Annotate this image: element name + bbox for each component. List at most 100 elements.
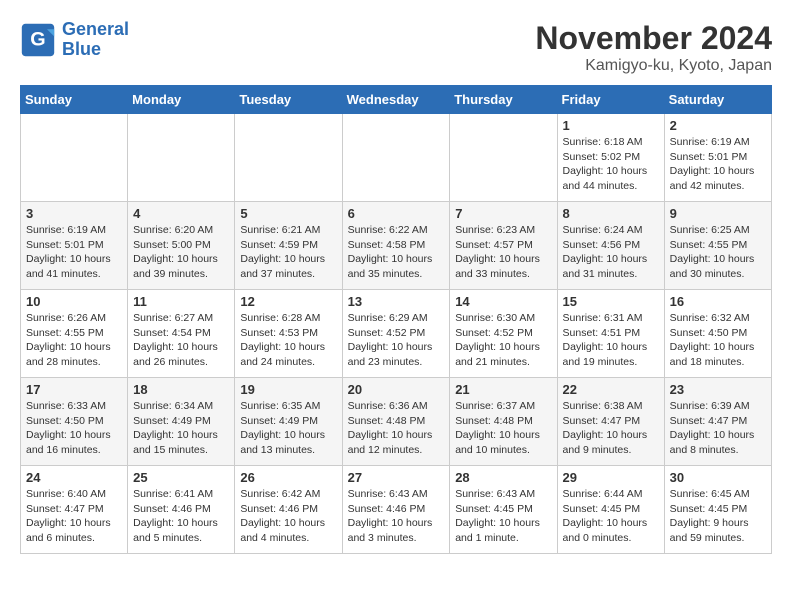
weekday-header-row: SundayMondayTuesdayWednesdayThursdayFrid… [21, 86, 772, 114]
day-info: Sunrise: 6:24 AM Sunset: 4:56 PM Dayligh… [563, 223, 659, 282]
day-number: 17 [26, 382, 122, 397]
day-info: Sunrise: 6:36 AM Sunset: 4:48 PM Dayligh… [348, 399, 445, 458]
calendar-cell: 4 Sunrise: 6:20 AM Sunset: 5:00 PM Daylig… [128, 202, 235, 290]
logo: G General Blue [20, 20, 129, 60]
main-title: November 2024 [535, 20, 772, 57]
weekday-header-wednesday: Wednesday [342, 86, 450, 114]
day-number: 20 [348, 382, 445, 397]
week-row-3: 10Sunrise: 6:26 AM Sunset: 4:55 PM Dayli… [21, 290, 772, 378]
calendar-cell [128, 114, 235, 202]
day-info: Sunrise: 6:25 AM Sunset: 4:55 PM Dayligh… [670, 223, 766, 282]
svg-text:G: G [30, 28, 45, 50]
calendar: SundayMondayTuesdayWednesdayThursdayFrid… [20, 85, 772, 554]
day-number: 30 [670, 470, 766, 485]
weekday-header-thursday: Thursday [450, 86, 557, 114]
weekday-header-saturday: Saturday [664, 86, 771, 114]
day-number: 22 [563, 382, 659, 397]
day-info: Sunrise: 6:37 AM Sunset: 4:48 PM Dayligh… [455, 399, 551, 458]
day-number: 7 [455, 206, 551, 221]
calendar-cell: 3 Sunrise: 6:19 AM Sunset: 5:01 PM Daylig… [21, 202, 128, 290]
calendar-cell: 28Sunrise: 6:43 AM Sunset: 4:45 PM Dayli… [450, 466, 557, 554]
day-info: Sunrise: 6:35 AM Sunset: 4:49 PM Dayligh… [240, 399, 336, 458]
day-number: 25 [133, 470, 229, 485]
calendar-cell: 2Sunrise: 6:19 AM Sunset: 5:01 PM Daylig… [664, 114, 771, 202]
day-number: 9 [670, 206, 766, 221]
day-number: 11 [133, 294, 229, 309]
day-info: Sunrise: 6:26 AM Sunset: 4:55 PM Dayligh… [26, 311, 122, 370]
day-info: Sunrise: 6:43 AM Sunset: 4:46 PM Dayligh… [348, 487, 445, 546]
day-info: Sunrise: 6:40 AM Sunset: 4:47 PM Dayligh… [26, 487, 122, 546]
calendar-cell: 22 Sunrise: 6:38 AM Sunset: 4:47 PM Dayli… [557, 378, 664, 466]
header: G General Blue November 2024 Kamigyo-ku,… [20, 20, 772, 75]
calendar-cell [450, 114, 557, 202]
day-info: Sunrise: 6:20 AM Sunset: 5:00 PM Dayligh… [133, 223, 229, 282]
calendar-cell: 17Sunrise: 6:33 AM Sunset: 4:50 PM Dayli… [21, 378, 128, 466]
day-info: Sunrise: 6:45 AM Sunset: 4:45 PM Dayligh… [670, 487, 766, 546]
week-row-2: 3 Sunrise: 6:19 AM Sunset: 5:01 PM Daylig… [21, 202, 772, 290]
day-number: 16 [670, 294, 766, 309]
day-number: 23 [670, 382, 766, 397]
calendar-cell [342, 114, 450, 202]
calendar-cell: 25 Sunrise: 6:41 AM Sunset: 4:46 PM Dayli… [128, 466, 235, 554]
day-info: Sunrise: 6:44 AM Sunset: 4:45 PM Dayligh… [563, 487, 659, 546]
day-info: Sunrise: 6:31 AM Sunset: 4:51 PM Dayligh… [563, 311, 659, 370]
week-row-5: 24Sunrise: 6:40 AM Sunset: 4:47 PM Dayli… [21, 466, 772, 554]
calendar-cell: 19 Sunrise: 6:35 AM Sunset: 4:49 PM Dayli… [235, 378, 342, 466]
calendar-cell: 16 Sunrise: 6:32 AM Sunset: 4:50 PM Dayli… [664, 290, 771, 378]
calendar-cell: 13Sunrise: 6:29 AM Sunset: 4:52 PM Dayli… [342, 290, 450, 378]
calendar-cell: 24Sunrise: 6:40 AM Sunset: 4:47 PM Dayli… [21, 466, 128, 554]
day-number: 3 [26, 206, 122, 221]
day-info: Sunrise: 6:21 AM Sunset: 4:59 PM Dayligh… [240, 223, 336, 282]
day-info: Sunrise: 6:18 AM Sunset: 5:02 PM Dayligh… [563, 135, 659, 194]
day-number: 21 [455, 382, 551, 397]
calendar-cell: 1Sunrise: 6:18 AM Sunset: 5:02 PM Daylig… [557, 114, 664, 202]
day-info: Sunrise: 6:32 AM Sunset: 4:50 PM Dayligh… [670, 311, 766, 370]
subtitle: Kamigyo-ku, Kyoto, Japan [535, 57, 772, 75]
day-info: Sunrise: 6:19 AM Sunset: 5:01 PM Dayligh… [26, 223, 122, 282]
calendar-cell: 12 Sunrise: 6:28 AM Sunset: 4:53 PM Dayli… [235, 290, 342, 378]
calendar-cell: 11 Sunrise: 6:27 AM Sunset: 4:54 PM Dayli… [128, 290, 235, 378]
calendar-cell: 7 Sunrise: 6:23 AM Sunset: 4:57 PM Daylig… [450, 202, 557, 290]
title-area: November 2024 Kamigyo-ku, Kyoto, Japan [535, 20, 772, 75]
calendar-cell: 8 Sunrise: 6:24 AM Sunset: 4:56 PM Daylig… [557, 202, 664, 290]
weekday-header-sunday: Sunday [21, 86, 128, 114]
day-info: Sunrise: 6:28 AM Sunset: 4:53 PM Dayligh… [240, 311, 336, 370]
week-row-4: 17Sunrise: 6:33 AM Sunset: 4:50 PM Dayli… [21, 378, 772, 466]
calendar-cell: 15 Sunrise: 6:31 AM Sunset: 4:51 PM Dayli… [557, 290, 664, 378]
day-number: 15 [563, 294, 659, 309]
calendar-cell: 14Sunrise: 6:30 AM Sunset: 4:52 PM Dayli… [450, 290, 557, 378]
calendar-cell: 20 Sunrise: 6:36 AM Sunset: 4:48 PM Dayli… [342, 378, 450, 466]
calendar-cell: 21 Sunrise: 6:37 AM Sunset: 4:48 PM Dayli… [450, 378, 557, 466]
calendar-cell: 23Sunrise: 6:39 AM Sunset: 4:47 PM Dayli… [664, 378, 771, 466]
day-info: Sunrise: 6:34 AM Sunset: 4:49 PM Dayligh… [133, 399, 229, 458]
day-number: 8 [563, 206, 659, 221]
day-info: Sunrise: 6:27 AM Sunset: 4:54 PM Dayligh… [133, 311, 229, 370]
day-info: Sunrise: 6:22 AM Sunset: 4:58 PM Dayligh… [348, 223, 445, 282]
day-info: Sunrise: 6:38 AM Sunset: 4:47 PM Dayligh… [563, 399, 659, 458]
calendar-cell: 26Sunrise: 6:42 AM Sunset: 4:46 PM Dayli… [235, 466, 342, 554]
calendar-cell: 18 Sunrise: 6:34 AM Sunset: 4:49 PM Dayli… [128, 378, 235, 466]
weekday-header-friday: Friday [557, 86, 664, 114]
day-number: 29 [563, 470, 659, 485]
weekday-header-tuesday: Tuesday [235, 86, 342, 114]
calendar-cell: 5 Sunrise: 6:21 AM Sunset: 4:59 PM Daylig… [235, 202, 342, 290]
day-number: 4 [133, 206, 229, 221]
logo-text: General Blue [62, 20, 129, 60]
weekday-header-monday: Monday [128, 86, 235, 114]
calendar-cell: 29 Sunrise: 6:44 AM Sunset: 4:45 PM Dayli… [557, 466, 664, 554]
calendar-cell: 27 Sunrise: 6:43 AM Sunset: 4:46 PM Dayli… [342, 466, 450, 554]
day-number: 13 [348, 294, 445, 309]
day-number: 19 [240, 382, 336, 397]
day-number: 5 [240, 206, 336, 221]
day-number: 18 [133, 382, 229, 397]
day-info: Sunrise: 6:43 AM Sunset: 4:45 PM Dayligh… [455, 487, 551, 546]
day-info: Sunrise: 6:42 AM Sunset: 4:46 PM Dayligh… [240, 487, 336, 546]
day-info: Sunrise: 6:41 AM Sunset: 4:46 PM Dayligh… [133, 487, 229, 546]
day-number: 12 [240, 294, 336, 309]
day-info: Sunrise: 6:23 AM Sunset: 4:57 PM Dayligh… [455, 223, 551, 282]
day-info: Sunrise: 6:19 AM Sunset: 5:01 PM Dayligh… [670, 135, 766, 194]
calendar-cell [21, 114, 128, 202]
calendar-cell: 9 Sunrise: 6:25 AM Sunset: 4:55 PM Daylig… [664, 202, 771, 290]
calendar-cell [235, 114, 342, 202]
day-number: 27 [348, 470, 445, 485]
